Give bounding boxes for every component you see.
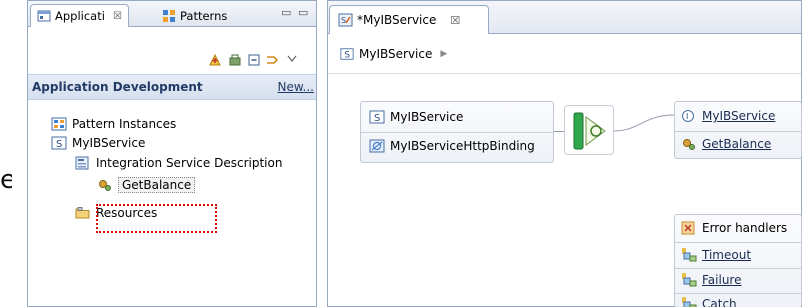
handler-icon [682,297,697,307]
service-node[interactable]: I MyIBService GetBalance [674,101,802,159]
view-menu-chevron-icon[interactable] [287,55,297,63]
handler-icon [682,248,697,262]
service-icon: S [369,110,385,124]
minimize-icon[interactable]: ▭ [281,6,291,19]
svg-text:S: S [344,50,350,60]
section-header: Application Development New... [28,74,316,100]
service-editor-icon: S [338,13,353,27]
svg-text:S: S [374,113,380,124]
tab-applications[interactable]: Applicati ☒ [30,4,129,27]
tree-item-label: GetBalance [118,177,196,193]
breadcrumb-label[interactable]: MyIBService [359,47,432,61]
service-row-operation[interactable]: GetBalance [681,137,771,151]
error-handlers-node[interactable]: Error handlers Timeout Failure Catch [674,214,802,307]
editor-tab-bar: S *MyIBService ☒ [328,1,801,34]
tree-item-label: Integration Service Description [96,156,283,170]
error-handlers-title: Error handlers [702,221,788,235]
close-tab-icon[interactable]: ☒ [113,11,122,22]
collapse-all-icon[interactable] [247,53,261,67]
divider [675,242,801,243]
error-x-icon [681,221,695,235]
section-title: Application Development [32,80,203,94]
application-development-view: Applicati ☒ Patterns ▭ ▭ Application Dev… [27,0,317,307]
operation-gear-icon [99,180,111,191]
service-icon: S [51,136,67,150]
service-interface-link[interactable]: MyIBService [702,109,775,123]
interface-row-binding[interactable]: MyIBServiceHttpBinding [369,139,535,153]
editor-tab-label: *MyIBService [357,13,437,27]
patterns-icon [163,9,175,22]
maximize-icon[interactable]: ▭ [298,6,308,19]
svg-text:S: S [341,16,346,25]
timeout-link[interactable]: Timeout [702,248,751,262]
application-view-icon [37,10,51,22]
error-handler-timeout[interactable]: Timeout [681,248,751,262]
cut-off-text: e [0,165,12,195]
divider [675,268,801,269]
resources-folder-icon [75,207,90,219]
tree-item-pattern-instances[interactable]: Pattern Instances [51,117,176,131]
highlight-box [96,204,217,233]
view-tab-bar: Applicati ☒ Patterns ▭ ▭ [28,1,316,27]
interface-binding-label: MyIBServiceHttpBinding [390,139,535,153]
service-operation-link[interactable]: GetBalance [702,137,771,151]
error-handlers-header: Error handlers [681,221,787,235]
service-description-icon [75,156,89,170]
divider [361,132,553,133]
error-handler-catch[interactable]: Catch [681,297,737,307]
view-toolbar [28,28,316,74]
tab-myibservice[interactable]: S *MyIBService ☒ [329,5,489,34]
tab-patterns[interactable]: Patterns [156,4,233,27]
svg-text:S: S [56,139,62,150]
interface-node[interactable]: S MyIBService MyIBServiceHttpBinding [360,101,554,163]
interface-row-service[interactable]: S MyIBService [369,110,463,124]
pattern-instances-icon [51,117,67,131]
flow-node[interactable] [564,105,614,155]
http-binding-icon [369,139,385,153]
service-icon: S [340,47,354,60]
interface-icon: I [682,110,694,122]
svg-text:I: I [686,112,688,121]
new-link[interactable]: New... [277,80,314,94]
tab-patterns-label: Patterns [180,8,228,23]
tree-item-label: MyIBService [72,136,146,150]
operation-gear-icon [683,139,695,150]
breadcrumb: S MyIBService ▶ [328,34,801,74]
error-handler-failure[interactable]: Failure [681,273,741,287]
catch-link[interactable]: Catch [702,297,737,307]
connector-curve [614,114,675,132]
tree-item-myibservice[interactable]: S MyIBService [51,136,145,150]
tree-item-integration-service-description[interactable]: Integration Service Description [75,156,282,170]
divider [675,293,801,294]
close-tab-icon[interactable]: ☒ [450,14,460,27]
handler-icon [682,273,697,287]
interface-service-label: MyIBService [390,110,464,124]
build-icon[interactable] [228,53,242,67]
failure-link[interactable]: Failure [702,273,741,287]
new-pattern-icon[interactable] [208,53,222,67]
flow-arrow-icon [573,112,606,150]
tree-item-getbalance[interactable]: GetBalance [97,177,196,193]
service-editor: S *MyIBService ☒ S MyIBService ▶ S MyIBS… [327,0,802,307]
service-row-interface[interactable]: I MyIBService [681,109,775,123]
connector-line [554,131,564,132]
link-with-editor-icon[interactable] [265,53,279,67]
divider [675,131,801,132]
tree-item-label: Pattern Instances [72,117,177,131]
tab-applications-label: Applicati [55,9,105,23]
breadcrumb-arrow-icon[interactable]: ▶ [440,49,447,59]
